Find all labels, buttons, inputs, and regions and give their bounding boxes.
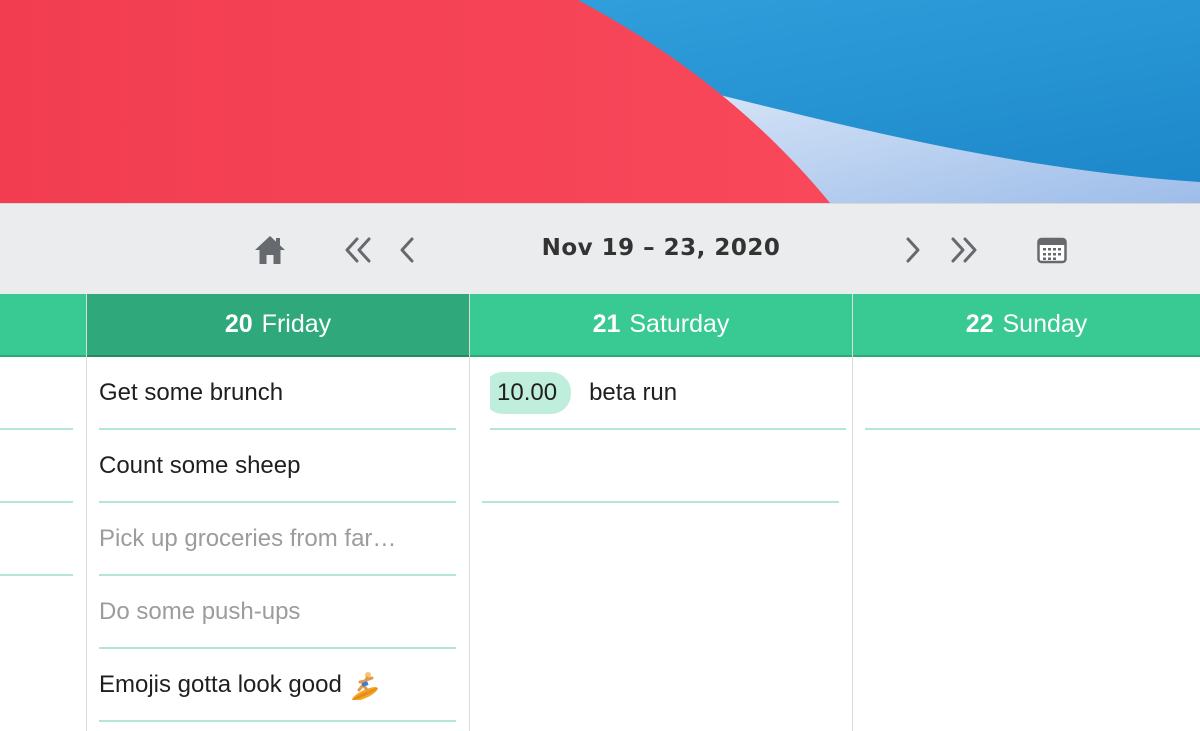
chevron-right-icon bbox=[906, 237, 920, 263]
event-item[interactable]: 10.00 beta run bbox=[490, 357, 846, 430]
todo-text: Emojis gotta look good bbox=[99, 670, 342, 698]
surfer-emoji-icon bbox=[352, 671, 378, 700]
double-chevron-left-icon bbox=[345, 237, 371, 263]
todo-text: Pick up groceries from far… bbox=[99, 524, 397, 552]
day-column-sunday: 22 Sunday bbox=[853, 294, 1200, 731]
home-icon bbox=[255, 236, 285, 264]
week-calendar: 20 Friday Get some brunch Count some she… bbox=[0, 294, 1200, 731]
list-item[interactable] bbox=[0, 430, 73, 503]
day-name: Friday bbox=[261, 310, 332, 338]
home-button[interactable] bbox=[250, 232, 290, 268]
day-name: Saturday bbox=[629, 310, 730, 338]
day-number: 20 bbox=[224, 310, 253, 338]
previous-button[interactable] bbox=[392, 232, 422, 268]
todo-item[interactable]: Get some brunch bbox=[99, 357, 456, 430]
todo-text: Count some sheep bbox=[99, 451, 301, 479]
list-item[interactable] bbox=[0, 357, 73, 430]
column-divider bbox=[469, 294, 470, 731]
date-range-title: Nov 19 – 23, 2020 bbox=[541, 235, 781, 261]
column-divider bbox=[852, 294, 853, 731]
next-button[interactable] bbox=[898, 232, 928, 268]
todo-text: Do some push-ups bbox=[99, 597, 301, 625]
day-column-previous bbox=[0, 294, 86, 731]
event-text: beta run bbox=[589, 378, 678, 406]
chevron-left-icon bbox=[400, 237, 414, 263]
list-item[interactable] bbox=[0, 503, 73, 576]
calendar-icon bbox=[1037, 237, 1067, 264]
day-header-friday[interactable]: 20 Friday bbox=[87, 294, 469, 357]
day-column-saturday: 21 Saturday 10.00 beta run bbox=[470, 294, 852, 731]
desktop-wallpaper bbox=[0, 0, 1200, 203]
todo-item-completed[interactable]: Do some push-ups bbox=[99, 576, 456, 649]
jump-forward-button[interactable] bbox=[945, 232, 985, 268]
navigation-toolbar: Nov 19 – 23, 2020 bbox=[0, 203, 1200, 295]
todo-text: Get some brunch bbox=[99, 378, 284, 406]
day-column-friday: 20 Friday Get some brunch Count some she… bbox=[87, 294, 469, 731]
day-number: 21 bbox=[592, 310, 621, 338]
todo-item[interactable]: Count some sheep bbox=[99, 430, 456, 503]
time-badge: 10.00 bbox=[490, 371, 572, 414]
empty-row[interactable] bbox=[482, 430, 839, 503]
day-number: 22 bbox=[965, 310, 994, 338]
column-divider bbox=[86, 294, 87, 731]
day-header[interactable] bbox=[0, 294, 86, 357]
jump-back-button[interactable] bbox=[337, 232, 377, 268]
todo-item-completed[interactable]: Pick up groceries from far… bbox=[99, 503, 456, 576]
empty-row[interactable] bbox=[865, 357, 1200, 430]
double-chevron-right-icon bbox=[951, 237, 977, 263]
todo-item[interactable]: Emojis gotta look good bbox=[99, 649, 456, 722]
day-header-saturday[interactable]: 21 Saturday bbox=[470, 294, 852, 357]
day-name: Sunday bbox=[1002, 310, 1088, 338]
calendar-button[interactable] bbox=[1032, 232, 1072, 268]
day-header-sunday[interactable]: 22 Sunday bbox=[853, 294, 1200, 357]
